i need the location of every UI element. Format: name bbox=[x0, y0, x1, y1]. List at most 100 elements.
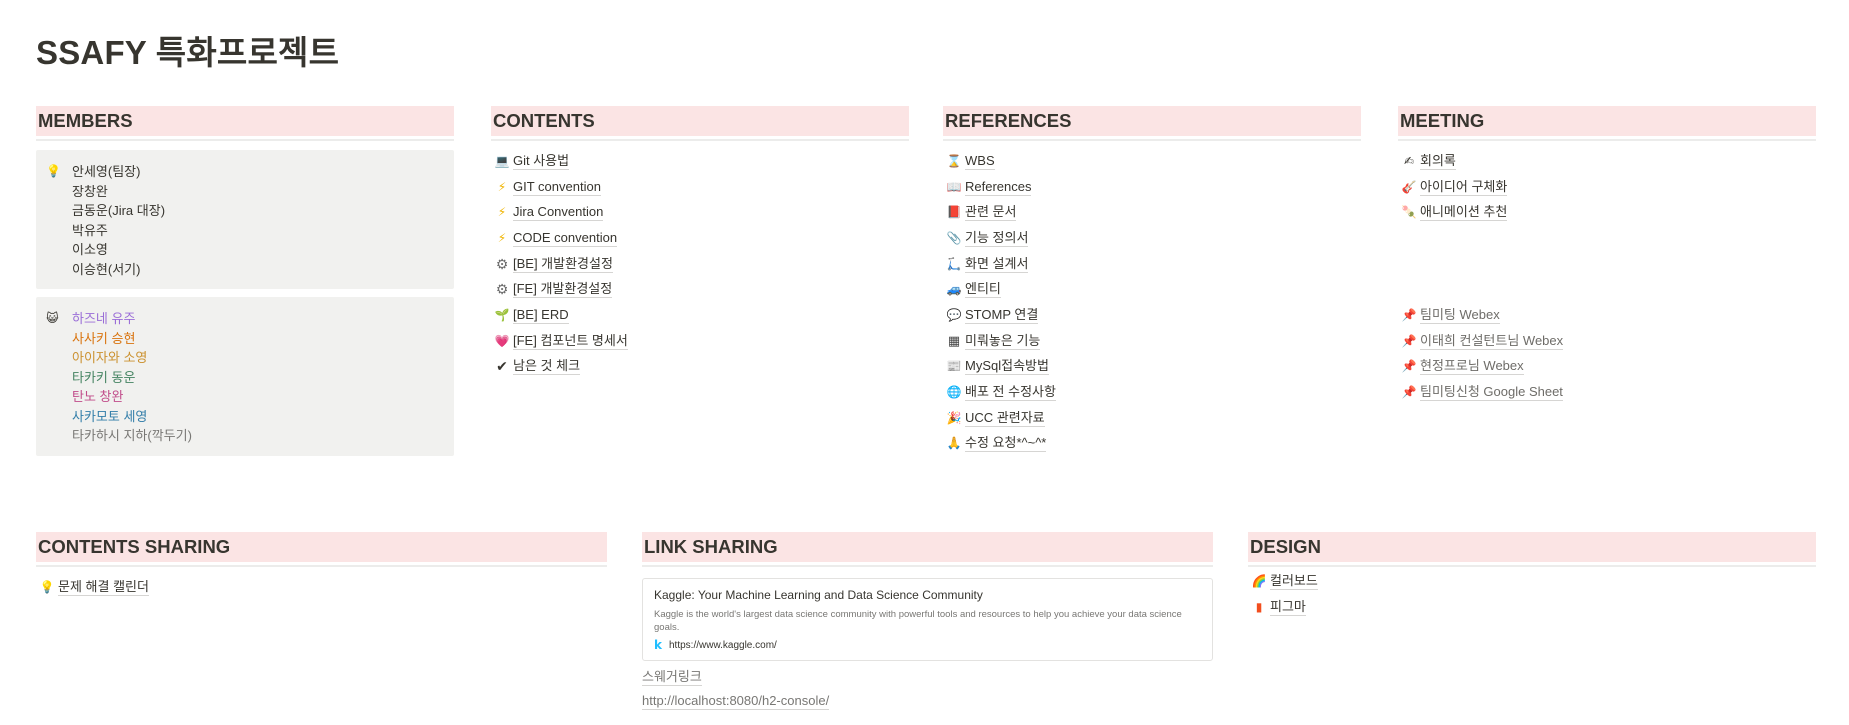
page-link-label[interactable]: 컬러보드 bbox=[1270, 572, 1318, 590]
page-link-ucc[interactable]: 🎉 UCC 관련자료 bbox=[943, 405, 1361, 431]
guitar-icon: 🎸 bbox=[1401, 179, 1417, 194]
link-label[interactable]: 팀미팅 Webex bbox=[1420, 306, 1500, 324]
pushpin-icon: 📌 bbox=[1401, 384, 1417, 399]
page-link-stomp[interactable]: 💬 STOMP 연결 bbox=[943, 302, 1361, 328]
page-link-label[interactable]: [BE] ERD bbox=[513, 306, 569, 324]
page-link-figma[interactable]: ▮ 피그마 bbox=[1248, 594, 1816, 620]
page-link-problem-calendar[interactable]: 💡 문제 해결 캘린더 bbox=[36, 574, 607, 600]
contents-sharing-heading: CONTENTS SHARING bbox=[36, 532, 607, 565]
page-link-idea[interactable]: 🎸 아이디어 구체화 bbox=[1398, 174, 1816, 200]
page-link-references[interactable]: 📖 References bbox=[943, 174, 1361, 200]
page-link-color-board[interactable]: 🌈 컬러보드 bbox=[1248, 568, 1816, 594]
member-name: 장창완 bbox=[72, 183, 108, 199]
page-link-label[interactable]: [BE] 개발환경설정 bbox=[513, 255, 613, 273]
page-link-label[interactable]: STOMP 연결 bbox=[965, 306, 1039, 324]
page-link-label[interactable]: MySql접속방법 bbox=[965, 357, 1049, 376]
page-link-postponed[interactable]: ▦ 미뤄놓은 기능 bbox=[943, 328, 1361, 354]
h2-console-link[interactable]: http://localhost:8080/h2-console/ bbox=[642, 692, 830, 710]
page-link-code-convention[interactable]: ⚡ CODE convention bbox=[491, 225, 909, 251]
page-link-label[interactable]: Jira Convention bbox=[513, 203, 604, 222]
newspaper-icon: 📰 bbox=[946, 359, 962, 374]
page-link-label[interactable]: 문제 해결 캘린더 bbox=[58, 578, 149, 596]
page-link-label[interactable]: GIT convention bbox=[513, 178, 601, 196]
link-label[interactable]: 팀미팅신청 Google Sheet bbox=[1420, 383, 1563, 401]
seedling-icon: 🌱 bbox=[494, 307, 510, 322]
contents-heading: CONTENTS bbox=[491, 106, 909, 139]
globe-icon: 🌐 bbox=[946, 385, 962, 400]
page-link-label[interactable]: 남은 것 체크 bbox=[513, 357, 581, 376]
speech-bubble-icon: 💬 bbox=[946, 307, 962, 322]
lightning-icon: ⚡ bbox=[497, 230, 507, 245]
page-link-wbs[interactable]: ⌛ WBS bbox=[943, 148, 1361, 174]
rice-cracker-icon: 🍡 bbox=[1401, 205, 1417, 220]
figma-icon: ▮ bbox=[1255, 599, 1263, 614]
bookmark-card-kaggle[interactable]: Kaggle: Your Machine Learning and Data S… bbox=[642, 578, 1213, 661]
nickname: 사카모토 세영 bbox=[72, 408, 148, 424]
page-link-label[interactable]: [FE] 컴포넌트 명세서 bbox=[513, 332, 628, 350]
cat-face-icon: 😺 bbox=[46, 311, 59, 325]
page-link-label[interactable]: 엔티티 bbox=[965, 280, 1001, 299]
link-label[interactable]: 현정프로님 Webex bbox=[1420, 357, 1524, 376]
members-list: 안세영(팀장) 장창완 금동운(Jira 대장) 박유주 이소영 이승현(서기) bbox=[72, 162, 165, 279]
link-sharing-heading: LINK SHARING bbox=[642, 532, 1213, 565]
page-link-label[interactable]: 아이디어 구체화 bbox=[1420, 178, 1508, 196]
checkmark-icon: ✔ bbox=[496, 358, 508, 375]
bookmark-url: https://www.kaggle.com/ bbox=[668, 639, 777, 651]
link-meeting-sheet[interactable]: 📌 팀미팅신청 Google Sheet bbox=[1398, 379, 1816, 405]
page-link-entity[interactable]: 🚙 엔티티 bbox=[943, 276, 1361, 302]
page-link-label[interactable]: 피그마 bbox=[1270, 598, 1306, 616]
page-link-fix-request[interactable]: 🙏 수정 요청*^~^* bbox=[943, 431, 1361, 457]
page-link-label[interactable]: 기능 정의서 bbox=[965, 229, 1029, 247]
page-link-label[interactable]: 관련 문서 bbox=[965, 203, 1017, 222]
page-link-screen-design[interactable]: 🛴 화면 설계서 bbox=[943, 251, 1361, 277]
page-link-label[interactable]: 미뤄놓은 기능 bbox=[965, 332, 1041, 350]
page-link-remaining-check[interactable]: ✔ 남은 것 체크 bbox=[491, 354, 909, 380]
rainbow-icon: 🌈 bbox=[1251, 573, 1267, 588]
page-link-git-usage[interactable]: 💻 Git 사용법 bbox=[491, 148, 909, 174]
page-link-jira-convention[interactable]: ⚡ Jira Convention bbox=[491, 199, 909, 225]
members-section: MEMBERS 💡 안세영(팀장) 장창완 금동운(Jira 대장) 박유주 이… bbox=[36, 106, 454, 464]
open-book-icon: 📖 bbox=[946, 179, 962, 194]
page-link-label[interactable]: [FE] 개발환경설정 bbox=[513, 280, 613, 299]
meeting-section: MEETING ✍ 회의록 🎸 아이디어 구체화 🍡 애니메이션 추천 📌 팀미팅 We… bbox=[1398, 106, 1816, 405]
nicknames-list: 하즈네 유주 사사키 승현 아이자와 소영 타카키 동운 탄노 창완 사카모토 … bbox=[72, 309, 192, 446]
page-link-anime[interactable]: 🍡 애니메이션 추천 bbox=[1398, 199, 1816, 225]
page-link-fe-components[interactable]: 💗 [FE] 컴포넌트 명세서 bbox=[491, 328, 909, 354]
page-link-be-erd[interactable]: 🌱 [BE] ERD bbox=[491, 302, 909, 328]
page-link-label[interactable]: 화면 설계서 bbox=[965, 255, 1029, 273]
page-link-related-docs[interactable]: 📕 관련 문서 bbox=[943, 199, 1361, 225]
page-link-label[interactable]: 수정 요청*^~^* bbox=[965, 434, 1047, 453]
page-link-label[interactable]: UCC 관련자료 bbox=[965, 409, 1045, 427]
lightning-icon: ⚡ bbox=[497, 205, 507, 220]
kaggle-icon: k bbox=[654, 638, 662, 652]
pushpin-icon: 📌 bbox=[1401, 333, 1417, 348]
link-team-meeting-webex[interactable]: 📌 팀미팅 Webex bbox=[1398, 302, 1816, 328]
page-link-minutes[interactable]: ✍ 회의록 bbox=[1398, 148, 1816, 174]
page-link-label[interactable]: 배포 전 수정사항 bbox=[965, 383, 1056, 402]
page-link-fe-setup[interactable]: ⚙ [FE] 개발환경설정 bbox=[491, 276, 909, 302]
references-heading: REFERENCES bbox=[943, 106, 1361, 139]
link-consultant-webex[interactable]: 📌 이태희 컨설턴트님 Webex bbox=[1398, 328, 1816, 354]
page-link-feature-spec[interactable]: 📎 기능 정의서 bbox=[943, 225, 1361, 251]
link-pro-webex[interactable]: 📌 현정프로님 Webex bbox=[1398, 353, 1816, 379]
page-link-pre-deploy[interactable]: 🌐 배포 전 수정사항 bbox=[943, 379, 1361, 405]
page-link-label[interactable]: 애니메이션 추천 bbox=[1420, 203, 1508, 222]
nickname: 하즈네 유주 bbox=[72, 311, 136, 326]
page-link-label[interactable]: References bbox=[965, 178, 1032, 196]
contents-sharing-section: CONTENTS SHARING 💡 문제 해결 캘린더 bbox=[36, 532, 607, 600]
page-link-label[interactable]: WBS bbox=[965, 152, 995, 170]
page-link-label[interactable]: Git 사용법 bbox=[513, 152, 570, 170]
page-link-label[interactable]: 회의록 bbox=[1420, 152, 1456, 170]
grid-icon: ▦ bbox=[947, 333, 961, 349]
swagger-link[interactable]: 스웨거링크 bbox=[642, 668, 702, 686]
link-label[interactable]: 이태희 컨설턴트님 Webex bbox=[1420, 332, 1564, 350]
party-popper-icon: 🎉 bbox=[946, 410, 962, 425]
member-name: 안세영(팀장) bbox=[72, 164, 141, 179]
laptop-icon: 💻 bbox=[494, 153, 510, 168]
pushpin-icon: 📌 bbox=[1401, 307, 1417, 322]
page-link-be-setup[interactable]: ⚙ [BE] 개발환경설정 bbox=[491, 251, 909, 277]
page-link-label[interactable]: CODE convention bbox=[513, 229, 618, 247]
page-link-git-convention[interactable]: ⚡ GIT convention bbox=[491, 174, 909, 200]
page-link-mysql[interactable]: 📰 MySql접속방법 bbox=[943, 354, 1361, 380]
members-callout: 💡 안세영(팀장) 장창완 금동운(Jira 대장) 박유주 이소영 이승현(서… bbox=[36, 150, 454, 289]
